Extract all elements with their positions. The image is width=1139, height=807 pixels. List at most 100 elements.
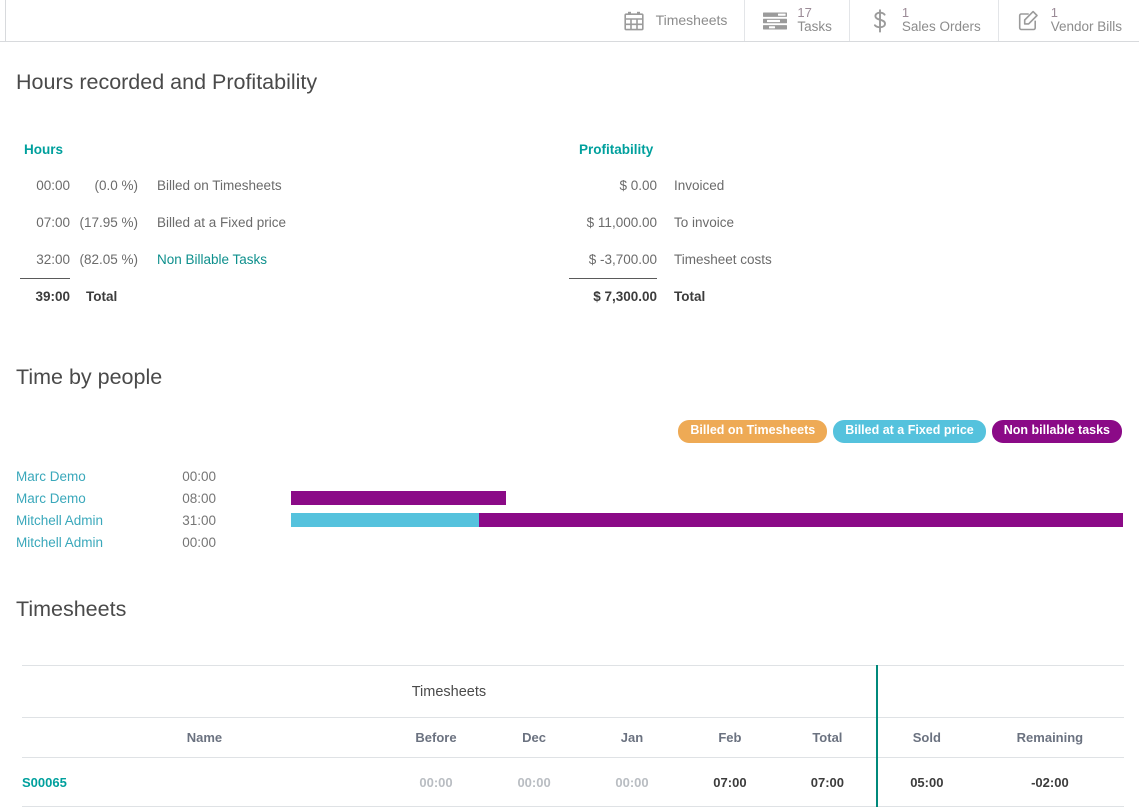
- non-billable-tasks-link[interactable]: Non Billable Tasks: [141, 252, 267, 267]
- stat-vendor-bills[interactable]: 1 Vendor Bills: [997, 0, 1139, 41]
- hours-row-value: 32:00: [36, 252, 70, 267]
- stat-timesheets-text: Timesheets: [655, 11, 728, 28]
- row-dec-cell: 00:00: [485, 757, 584, 807]
- timesheets-table: Timesheets Name Before Dec Jan Feb Total…: [22, 665, 1124, 807]
- col-header-feb[interactable]: Feb: [680, 717, 779, 758]
- profitability-row-label: Invoiced: [674, 178, 725, 193]
- stat-vendor-bills-text: 1 Vendor Bills: [1051, 6, 1122, 35]
- stat-tasks-label: Tasks: [797, 19, 832, 35]
- stat-timesheets[interactable]: Timesheets: [604, 0, 745, 41]
- person-name-link[interactable]: Mitchell Admin: [16, 513, 103, 528]
- hours-column: Hours 00:00 (0.0 %) Billed on Timesheets…: [0, 142, 520, 313]
- profitability-total-row: $ 7,300.00 Total: [535, 279, 1095, 313]
- person-name-link[interactable]: Marc Demo: [16, 469, 86, 484]
- hours-total-row: 39:00 Total: [0, 279, 520, 313]
- stat-timesheets-label: Timesheets: [655, 11, 728, 28]
- timesheets-group-header-row: Timesheets: [22, 665, 1124, 718]
- stat-tasks[interactable]: 17 Tasks: [744, 0, 849, 41]
- hours-total-value: 39:00: [35, 288, 70, 304]
- hours-row-label: Billed on Timesheets: [157, 178, 282, 193]
- row-jan-cell: 00:00: [583, 757, 681, 807]
- stat-sales-orders-text: 1 Sales Orders: [902, 6, 981, 35]
- profitability-column-heading: Profitability: [579, 142, 654, 157]
- chart-row: Marc Demo 00:00: [0, 465, 1139, 487]
- profitability-row-value: $ -3,700.00: [588, 252, 657, 267]
- col-header-sold[interactable]: Sold: [875, 717, 976, 758]
- col-header-total[interactable]: Total: [778, 717, 877, 758]
- sales-order-link[interactable]: S00065: [22, 775, 67, 790]
- timesheets-group-header: Timesheets: [22, 665, 877, 718]
- bar-track: [291, 469, 1123, 483]
- hours-row-percent: (82.05 %): [79, 252, 138, 267]
- legend-chip-1[interactable]: Billed at a Fixed price: [833, 420, 986, 443]
- stat-sales-orders-label: Sales Orders: [901, 19, 981, 35]
- table-row[interactable]: S00065 00:00 00:00 00:00 07:00 07:00 05:…: [22, 757, 1124, 807]
- time-by-people-title: Time by people: [16, 365, 163, 389]
- profitability-row: $ -3,700.00 Timesheet costs: [535, 241, 1095, 278]
- profitability-column: Profitability $ 0.00 Invoiced $ 11,000.0…: [535, 142, 1095, 313]
- person-hours-value: 31:00: [182, 512, 216, 528]
- stat-vendor-bills-value: 1: [1050, 5, 1058, 21]
- chart-row: Mitchell Admin 00:00: [0, 531, 1139, 553]
- profitability-row: $ 11,000.00 To invoice: [535, 204, 1095, 241]
- statbar-left-rule: [5, 0, 6, 42]
- hours-row: 07:00 (17.95 %) Billed at a Fixed price: [0, 204, 520, 241]
- chart-row: Marc Demo 08:00: [0, 487, 1139, 509]
- col-header-jan[interactable]: Jan: [583, 717, 681, 758]
- stat-sales-orders[interactable]: 1 Sales Orders: [848, 0, 998, 41]
- row-total-cell: 07:00: [778, 757, 877, 807]
- hours-row-percent: (17.95 %): [79, 215, 138, 230]
- person-hours-value: 00:00: [182, 468, 216, 484]
- person-name-link[interactable]: Mitchell Admin: [16, 535, 103, 550]
- stat-tasks-text: 17 Tasks: [797, 6, 832, 35]
- stat-sales-orders-value: 1: [901, 5, 910, 21]
- stat-tasks-value: 17: [797, 5, 812, 21]
- hours-column-heading: Hours: [24, 142, 64, 157]
- person-hours-value: 08:00: [182, 490, 216, 506]
- stat-vendor-bills-label: Vendor Bills: [1050, 19, 1122, 35]
- profitability-row: $ 0.00 Invoiced: [535, 167, 1095, 204]
- profitability-total-label: Total: [674, 288, 706, 304]
- hours-row: 32:00 (82.05 %) Non Billable Tasks: [0, 241, 520, 278]
- row-name-cell: S00065: [22, 757, 387, 807]
- chart-legend: Billed on Timesheets Billed at a Fixed pr…: [678, 420, 1122, 443]
- row-feb-cell: 07:00: [680, 757, 779, 807]
- tasks-list-icon: [762, 8, 788, 34]
- timesheets-title: Timesheets: [16, 597, 127, 621]
- hours-row-value: 00:00: [36, 178, 70, 193]
- bar-track: [291, 491, 1123, 505]
- bar-segment[interactable]: [291, 491, 506, 505]
- hours-row-value: 07:00: [36, 215, 70, 230]
- hours-total-label: Total: [86, 288, 118, 304]
- bar-track: [291, 513, 1123, 527]
- timesheets-group-header-spacer: [875, 665, 1124, 718]
- page-title: Hours recorded and Profitability: [16, 70, 318, 94]
- col-header-dec[interactable]: Dec: [485, 717, 584, 758]
- stat-bar: Timesheets 17 Tasks 1 Sales Orders 1 Ven…: [0, 0, 1139, 42]
- person-hours-value: 00:00: [182, 534, 216, 550]
- dollar-icon: [867, 8, 893, 34]
- person-name-link[interactable]: Marc Demo: [16, 491, 86, 506]
- timesheets-table-head: Timesheets Name Before Dec Jan Feb Total…: [22, 665, 1124, 758]
- profitability-row-label: To invoice: [674, 215, 735, 230]
- col-header-before[interactable]: Before: [386, 717, 486, 758]
- legend-chip-0[interactable]: Billed on Timesheets: [678, 420, 828, 443]
- bar-track: [291, 535, 1123, 549]
- legend-chip-2[interactable]: Non billable tasks: [991, 420, 1122, 443]
- row-sold-cell: 05:00: [875, 757, 976, 807]
- calendar-icon: [621, 8, 647, 34]
- row-remaining-cell: -02:00: [975, 757, 1124, 807]
- hours-row-percent: (0.0 %): [94, 178, 138, 193]
- col-header-remaining[interactable]: Remaining: [975, 717, 1124, 758]
- timesheets-table-body: S00065 00:00 00:00 00:00 07:00 07:00 05:…: [22, 757, 1124, 807]
- bar-segment[interactable]: [478, 513, 1123, 527]
- profitability-row-label: Timesheet costs: [674, 252, 772, 267]
- col-header-name[interactable]: Name: [22, 717, 387, 758]
- profitability-row-value: $ 0.00: [619, 178, 657, 193]
- time-by-people-chart: Marc Demo 00:00 Marc Demo 08:00 Mitchell Adm…: [0, 465, 1139, 553]
- hours-row: 00:00 (0.0 %) Billed on Timesheets: [0, 167, 520, 204]
- bar-segment[interactable]: [291, 513, 479, 527]
- profitability-row-value: $ 11,000.00: [586, 215, 657, 230]
- hours-row-label: Billed at a Fixed price: [157, 215, 287, 230]
- edit-pencil-icon: [1016, 8, 1042, 34]
